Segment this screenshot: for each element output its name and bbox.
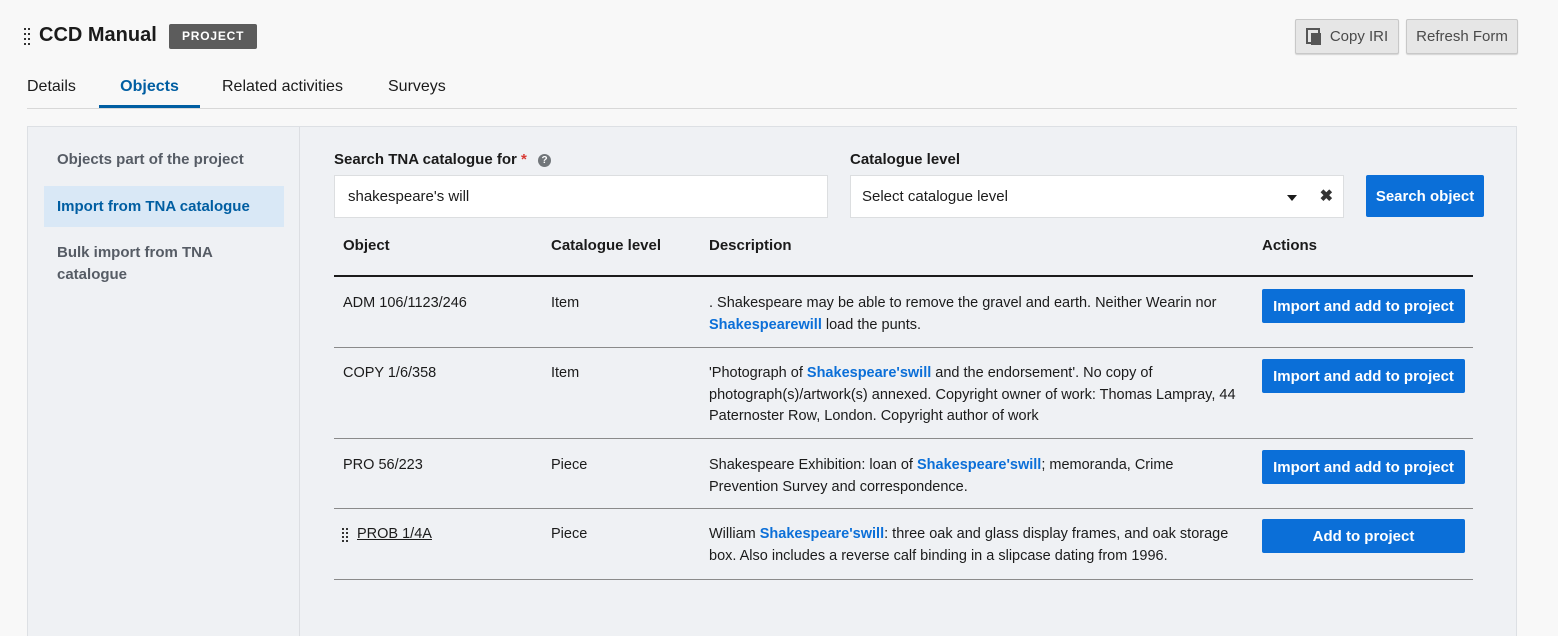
catalogue-level-label: Catalogue level xyxy=(850,151,961,168)
page-title: CCD Manual xyxy=(39,24,157,46)
tab-surveys[interactable]: Surveys xyxy=(388,70,446,108)
side-item-bulk-import-tna[interactable]: Bulk import from TNA catalogue xyxy=(44,242,244,286)
search-label: Search TNA catalogue for * ? xyxy=(334,151,552,168)
table-row: COPY 1/6/358 Item 'Photograph of Shakesp… xyxy=(334,348,1473,439)
catalogue-level-placeholder: Select catalogue level xyxy=(862,188,1008,205)
header-catalogue-level: Catalogue level xyxy=(551,237,662,254)
import-add-button[interactable]: Import and add to project xyxy=(1262,289,1465,323)
drag-handle-icon[interactable] xyxy=(342,528,350,542)
highlight-term: Shakespeare'swill xyxy=(806,365,932,381)
help-icon[interactable]: ? xyxy=(538,154,552,167)
object-id: COPY 1/6/358 xyxy=(343,365,437,381)
header-actions: Actions xyxy=(1262,237,1318,254)
required-mark: * xyxy=(521,151,527,168)
catalogue-level: Item xyxy=(551,365,580,381)
table-row: PROB 1/4A Piece William Shakespeare'swil… xyxy=(334,509,1473,580)
table-row: PRO 56/223 Piece Shakespeare Exhibition:… xyxy=(334,439,1473,509)
search-object-button[interactable]: Search object xyxy=(1366,175,1484,217)
drag-handle-icon[interactable] xyxy=(24,28,32,45)
object-id: PRO 56/223 xyxy=(343,457,423,473)
refresh-form-button[interactable]: Refresh Form xyxy=(1406,19,1518,54)
header-description: Description xyxy=(709,237,792,254)
catalogue-level-select[interactable]: Select catalogue level ✖ xyxy=(850,175,1344,218)
object-id: ADM 106/1123/246 xyxy=(343,295,467,311)
search-label-text: Search TNA catalogue for xyxy=(334,151,517,168)
tab-related-activities[interactable]: Related activities xyxy=(222,70,343,108)
add-to-project-button[interactable]: Add to project xyxy=(1262,519,1465,553)
tab-bar: Details Objects Related activities Surve… xyxy=(27,70,1517,109)
type-badge: PROJECT xyxy=(169,24,258,49)
copy-icon xyxy=(1305,27,1322,46)
side-item-import-tna[interactable]: Import from TNA catalogue xyxy=(44,186,284,227)
side-item-objects-part-of-project[interactable]: Objects part of the project xyxy=(44,149,284,171)
description: 'Photograph of Shakespeare'swill and the… xyxy=(709,363,1239,428)
catalogue-level: Piece xyxy=(551,526,588,542)
header-object: Object xyxy=(343,237,390,254)
search-input[interactable]: shakespeare's will xyxy=(334,175,828,218)
import-add-button[interactable]: Import and add to project xyxy=(1262,450,1465,484)
tab-details[interactable]: Details xyxy=(27,70,76,108)
description-text: . Shakespeare may be able to remove the … xyxy=(709,295,1217,311)
highlight-term: Shakespearewill xyxy=(709,316,822,333)
highlight-term: Shakespeare'swill xyxy=(916,457,1042,473)
description: . Shakespeare may be able to remove the … xyxy=(709,293,1249,336)
page-header: CCD Manual PROJECT xyxy=(24,22,1518,52)
side-nav: Objects part of the project Import from … xyxy=(28,127,300,636)
highlight-term: Shakespeare'swill xyxy=(759,526,885,542)
description-text: Shakespeare Exhibition: loan of xyxy=(709,457,917,473)
object-link[interactable]: PROB 1/4A xyxy=(357,524,432,546)
clear-icon[interactable]: ✖ xyxy=(1320,176,1333,217)
description: Shakespeare Exhibition: loan of Shakespe… xyxy=(709,455,1229,498)
description-text: William xyxy=(709,526,760,542)
catalogue-level: Item xyxy=(551,295,580,311)
copy-iri-button[interactable]: Copy IRI xyxy=(1295,19,1399,54)
chevron-down-icon[interactable] xyxy=(1287,195,1297,201)
tab-objects[interactable]: Objects xyxy=(99,70,200,108)
catalogue-level: Piece xyxy=(551,457,588,473)
copy-iri-label: Copy IRI xyxy=(1329,28,1389,45)
description-text: load the punts. xyxy=(821,316,922,333)
description-text: 'Photograph of xyxy=(709,365,807,381)
import-add-button[interactable]: Import and add to project xyxy=(1262,359,1465,393)
description: William Shakespeare'swill: three oak and… xyxy=(709,524,1239,567)
objects-panel: Objects part of the project Import from … xyxy=(27,126,1517,636)
table-row: ADM 106/1123/246 Item . Shakespeare may … xyxy=(334,277,1473,348)
